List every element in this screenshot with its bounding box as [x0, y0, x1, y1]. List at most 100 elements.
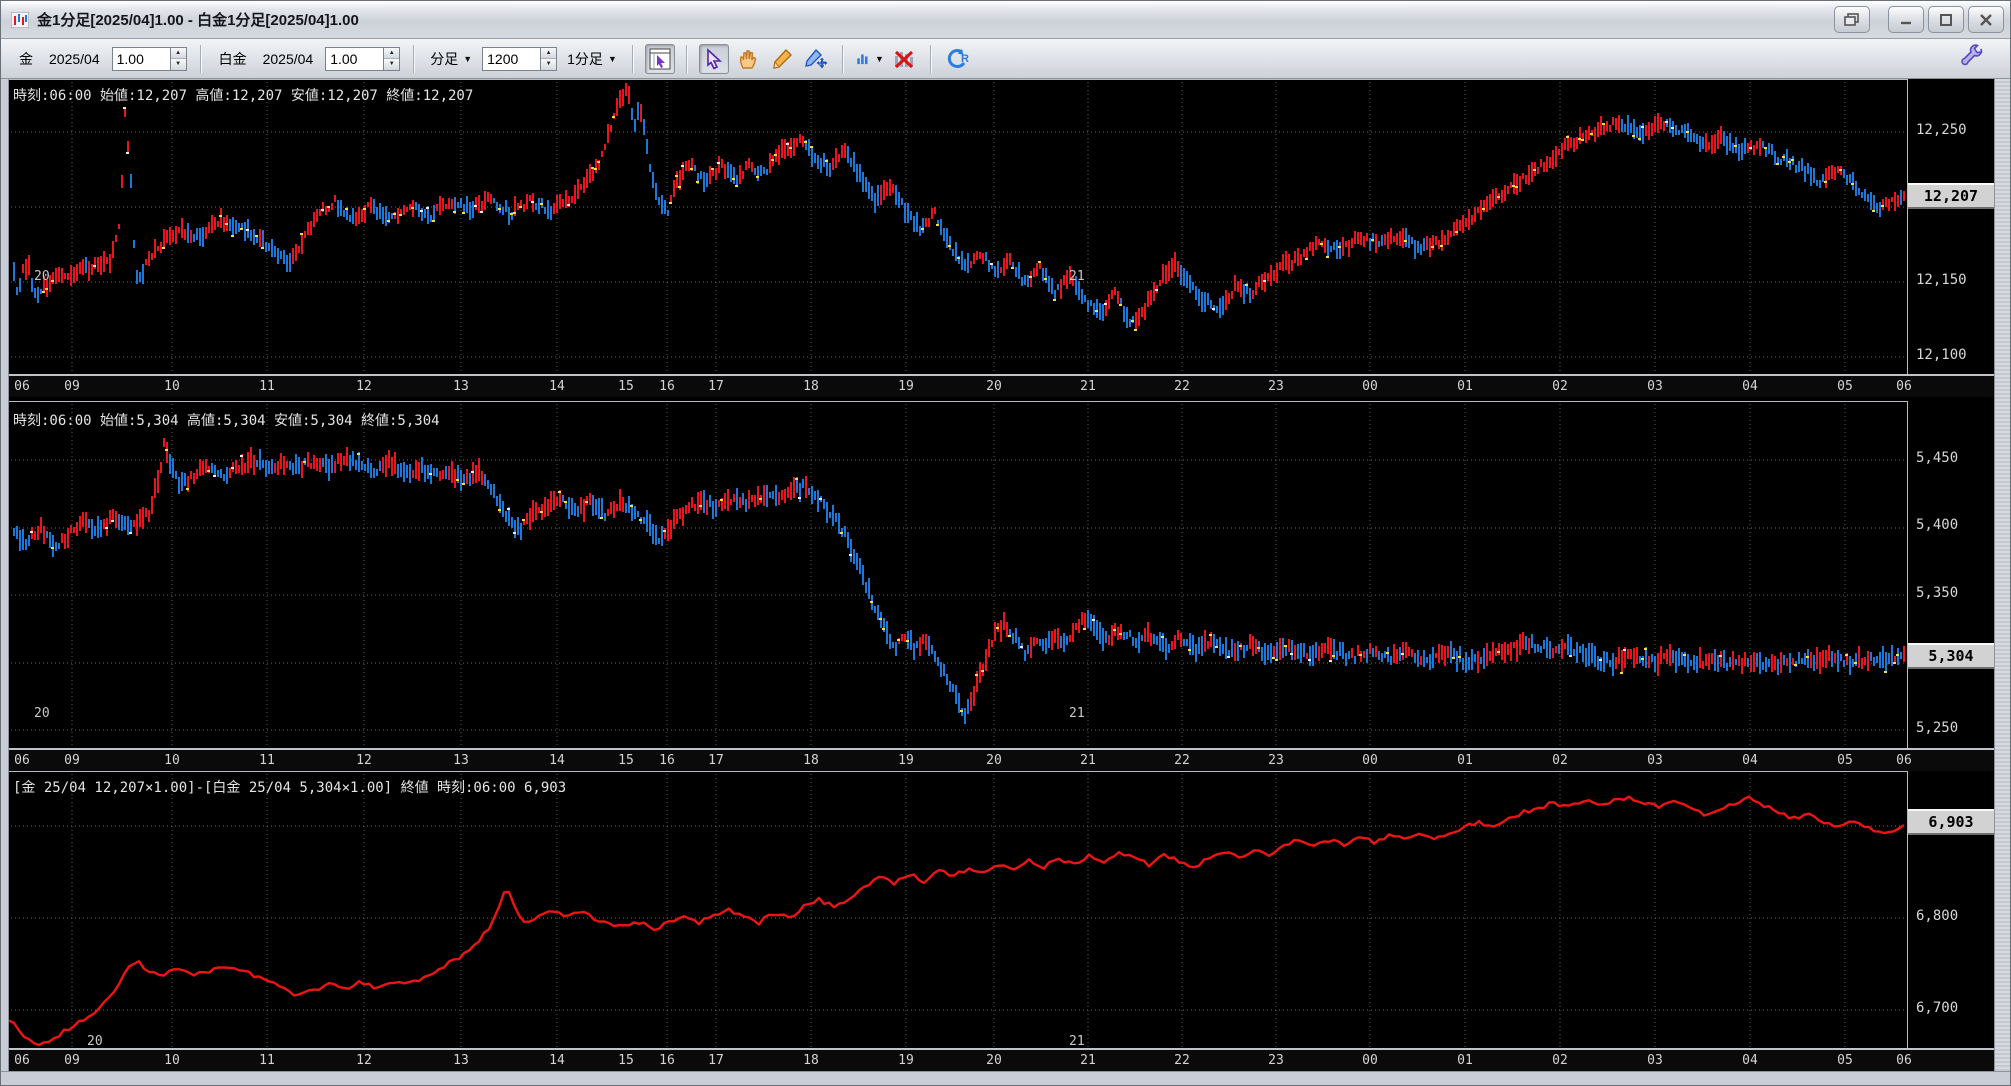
- x-axis-hour-label: 20: [986, 379, 1002, 394]
- toolbar-separator: [631, 44, 634, 73]
- gold-chart-plot[interactable]: [9, 79, 1908, 374]
- plat-mult-up-button[interactable]: ▲: [384, 47, 400, 59]
- gold-price-axis: 12,250 12,150 12,100: [1908, 79, 1994, 374]
- bar-count-up-button[interactable]: ▲: [541, 47, 557, 59]
- pencil-icon: [773, 48, 792, 69]
- x-axis-hour-label: 19: [898, 1053, 914, 1068]
- x-axis-hour-label: 20: [986, 1053, 1002, 1068]
- x-axis-hour-label: 04: [1742, 753, 1758, 768]
- platinum-multiplier-spinner[interactable]: 1.00 ▲ ▼: [325, 46, 401, 71]
- x-axis-hour-label: 22: [1174, 753, 1190, 768]
- window-left-edge: [1, 79, 9, 1071]
- spread-time-axis: 06 09 10 11 12 13 14 15 16 17 18 19 20 21 22 23 00 01 02 03…: [9, 1048, 1994, 1071]
- bar-count-down-button[interactable]: ▼: [541, 59, 557, 70]
- date-label: 20: [34, 269, 50, 284]
- x-axis-hour-label: 05: [1837, 1053, 1853, 1068]
- x-axis-hour-label: 13: [453, 379, 469, 394]
- remove-chart-icon: [894, 50, 913, 68]
- x-axis-hour-label: 12: [356, 1053, 372, 1068]
- y-axis-tick-label: 5,400: [1916, 517, 1959, 533]
- x-axis-hour-label: 17: [708, 1053, 724, 1068]
- settings-wrench-button[interactable]: [1960, 44, 1986, 73]
- gold-multiplier-field[interactable]: 1.00: [111, 46, 170, 71]
- x-axis-hour-label: 16: [659, 753, 675, 768]
- interval-dropdown[interactable]: 1分足 ▼: [567, 49, 617, 69]
- x-axis-hour-label: 06: [14, 379, 30, 394]
- remove-chart-button[interactable]: [889, 44, 919, 74]
- chart-cursor-icon: [649, 48, 671, 69]
- platinum-month[interactable]: 2025/04: [263, 51, 314, 67]
- gold-month[interactable]: 2025/04: [49, 51, 100, 67]
- toolbar: 金 2025/04 1.00 ▲ ▼ 白金 2025/04 1.00 ▲ ▼ 分…: [1, 39, 2010, 79]
- x-axis-hour-label: 13: [453, 753, 469, 768]
- pencil-draw-button[interactable]: [767, 44, 797, 74]
- x-axis-hour-label: 01: [1457, 1053, 1473, 1068]
- close-button[interactable]: [1968, 6, 2004, 33]
- svg-text:R: R: [961, 53, 969, 65]
- x-axis-hour-label: 10: [164, 1053, 180, 1068]
- x-axis-hour-label: 23: [1268, 379, 1284, 394]
- app-icon: [11, 11, 29, 28]
- minimize-button[interactable]: [1888, 6, 1924, 33]
- platinum-chart-info: 時刻:06:00 始値:5,304 高値:5,304 安値:5,304 終値:5…: [13, 413, 440, 429]
- x-axis-hour-label: 02: [1552, 379, 1568, 394]
- x-axis-hour-label: 04: [1742, 1053, 1758, 1068]
- pen-move-icon: [804, 48, 828, 68]
- x-axis-hour-label: 15: [618, 753, 634, 768]
- x-axis-hour-label: 17: [708, 379, 724, 394]
- chevron-down-icon: ▼: [607, 53, 617, 64]
- x-axis-hour-label: 10: [164, 379, 180, 394]
- bar-chart-menu-button[interactable]: ▼: [855, 44, 885, 74]
- x-axis-hour-label: 06: [1896, 1053, 1912, 1068]
- gold-mult-up-button[interactable]: ▲: [170, 47, 186, 59]
- hand-pan-button[interactable]: [733, 44, 763, 74]
- toolbar-separator: [841, 44, 844, 73]
- maximize-button[interactable]: [1928, 6, 1964, 33]
- gold-mult-down-button[interactable]: ▼: [170, 59, 186, 70]
- x-axis-hour-label: 00: [1362, 1053, 1378, 1068]
- x-axis-hour-label: 22: [1174, 1053, 1190, 1068]
- bar-count-field[interactable]: 1200: [482, 46, 541, 71]
- gold-label: 金: [19, 50, 33, 67]
- x-axis-hour-label: 06: [14, 1053, 30, 1068]
- x-axis-hour-label: 09: [64, 1053, 80, 1068]
- bar-count-spinner[interactable]: 1200 ▲ ▼: [482, 46, 558, 71]
- plat-mult-down-button[interactable]: ▼: [384, 59, 400, 70]
- x-axis-hour-label: 14: [549, 379, 565, 394]
- pen-move-button[interactable]: [801, 44, 831, 74]
- platinum-multiplier-field[interactable]: 1.00: [325, 46, 384, 71]
- y-axis-tick-label: 12,100: [1916, 347, 1967, 363]
- reload-button[interactable]: R: [943, 44, 973, 74]
- reload-icon: R: [947, 48, 969, 68]
- x-axis-hour-label: 06: [14, 753, 30, 768]
- x-axis-hour-label: 03: [1647, 379, 1663, 394]
- toolbar-separator: [685, 44, 688, 73]
- x-axis-hour-label: 21: [1080, 753, 1096, 768]
- date-label: 20: [87, 1034, 103, 1049]
- x-axis-hour-label: 02: [1552, 753, 1568, 768]
- title-bar[interactable]: 金1分足[2025/04]1.00 - 白金1分足[2025/04]1.00: [1, 1, 2010, 39]
- cascade-windows-button[interactable]: [1834, 6, 1870, 33]
- x-axis-hour-label: 15: [618, 1053, 634, 1068]
- x-axis-hour-label: 18: [803, 753, 819, 768]
- cascade-icon: [1844, 12, 1859, 26]
- chevron-down-icon: ▼: [874, 53, 884, 64]
- x-axis-hour-label: 21: [1080, 1053, 1096, 1068]
- select-cursor-button[interactable]: [698, 43, 729, 74]
- window-title: 金1分足[2025/04]1.00 - 白金1分足[2025/04]1.00: [37, 12, 359, 29]
- y-axis-tick-label: 6,700: [1916, 1000, 1959, 1016]
- bartype-dropdown[interactable]: 分足 ▼: [430, 49, 472, 69]
- x-axis-hour-label: 19: [898, 379, 914, 394]
- chevron-down-icon: ▼: [463, 53, 473, 64]
- chart-cursor-toggle-button[interactable]: [644, 43, 675, 74]
- wrench-icon: [1961, 44, 1983, 66]
- y-axis-tick-label: 5,350: [1916, 585, 1959, 601]
- window-right-edge[interactable]: [1994, 79, 2010, 1071]
- platinum-chart-plot[interactable]: [9, 401, 1908, 748]
- spread-chart-plot[interactable]: [9, 771, 1908, 1048]
- x-axis-hour-label: 22: [1174, 379, 1190, 394]
- gold-multiplier-spinner[interactable]: 1.00 ▲ ▼: [111, 46, 187, 71]
- x-axis-hour-label: 14: [549, 1053, 565, 1068]
- toolbar-separator: [199, 44, 202, 73]
- x-axis-hour-label: 14: [549, 753, 565, 768]
